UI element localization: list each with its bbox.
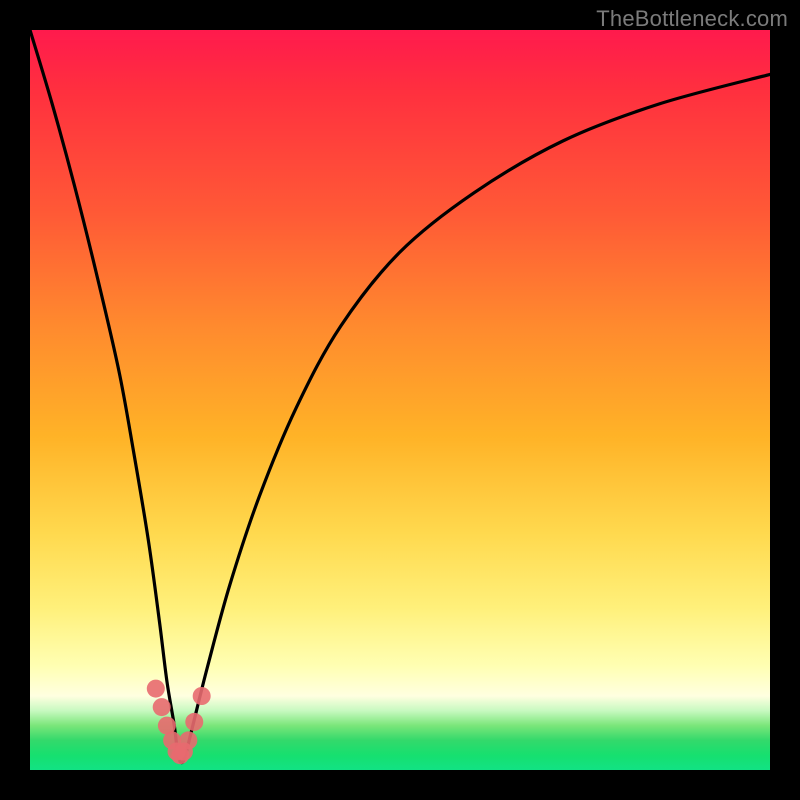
- marker-dot: [179, 731, 197, 749]
- outer-frame: TheBottleneck.com: [0, 0, 800, 800]
- watermark-text: TheBottleneck.com: [596, 6, 788, 32]
- bottom-markers: [147, 680, 211, 765]
- marker-dot: [185, 713, 203, 731]
- marker-dot: [193, 687, 211, 705]
- plot-area: [30, 30, 770, 770]
- marker-dot: [153, 698, 171, 716]
- bottleneck-curve: [30, 30, 770, 763]
- marker-dot: [147, 680, 165, 698]
- curve-svg: [30, 30, 770, 770]
